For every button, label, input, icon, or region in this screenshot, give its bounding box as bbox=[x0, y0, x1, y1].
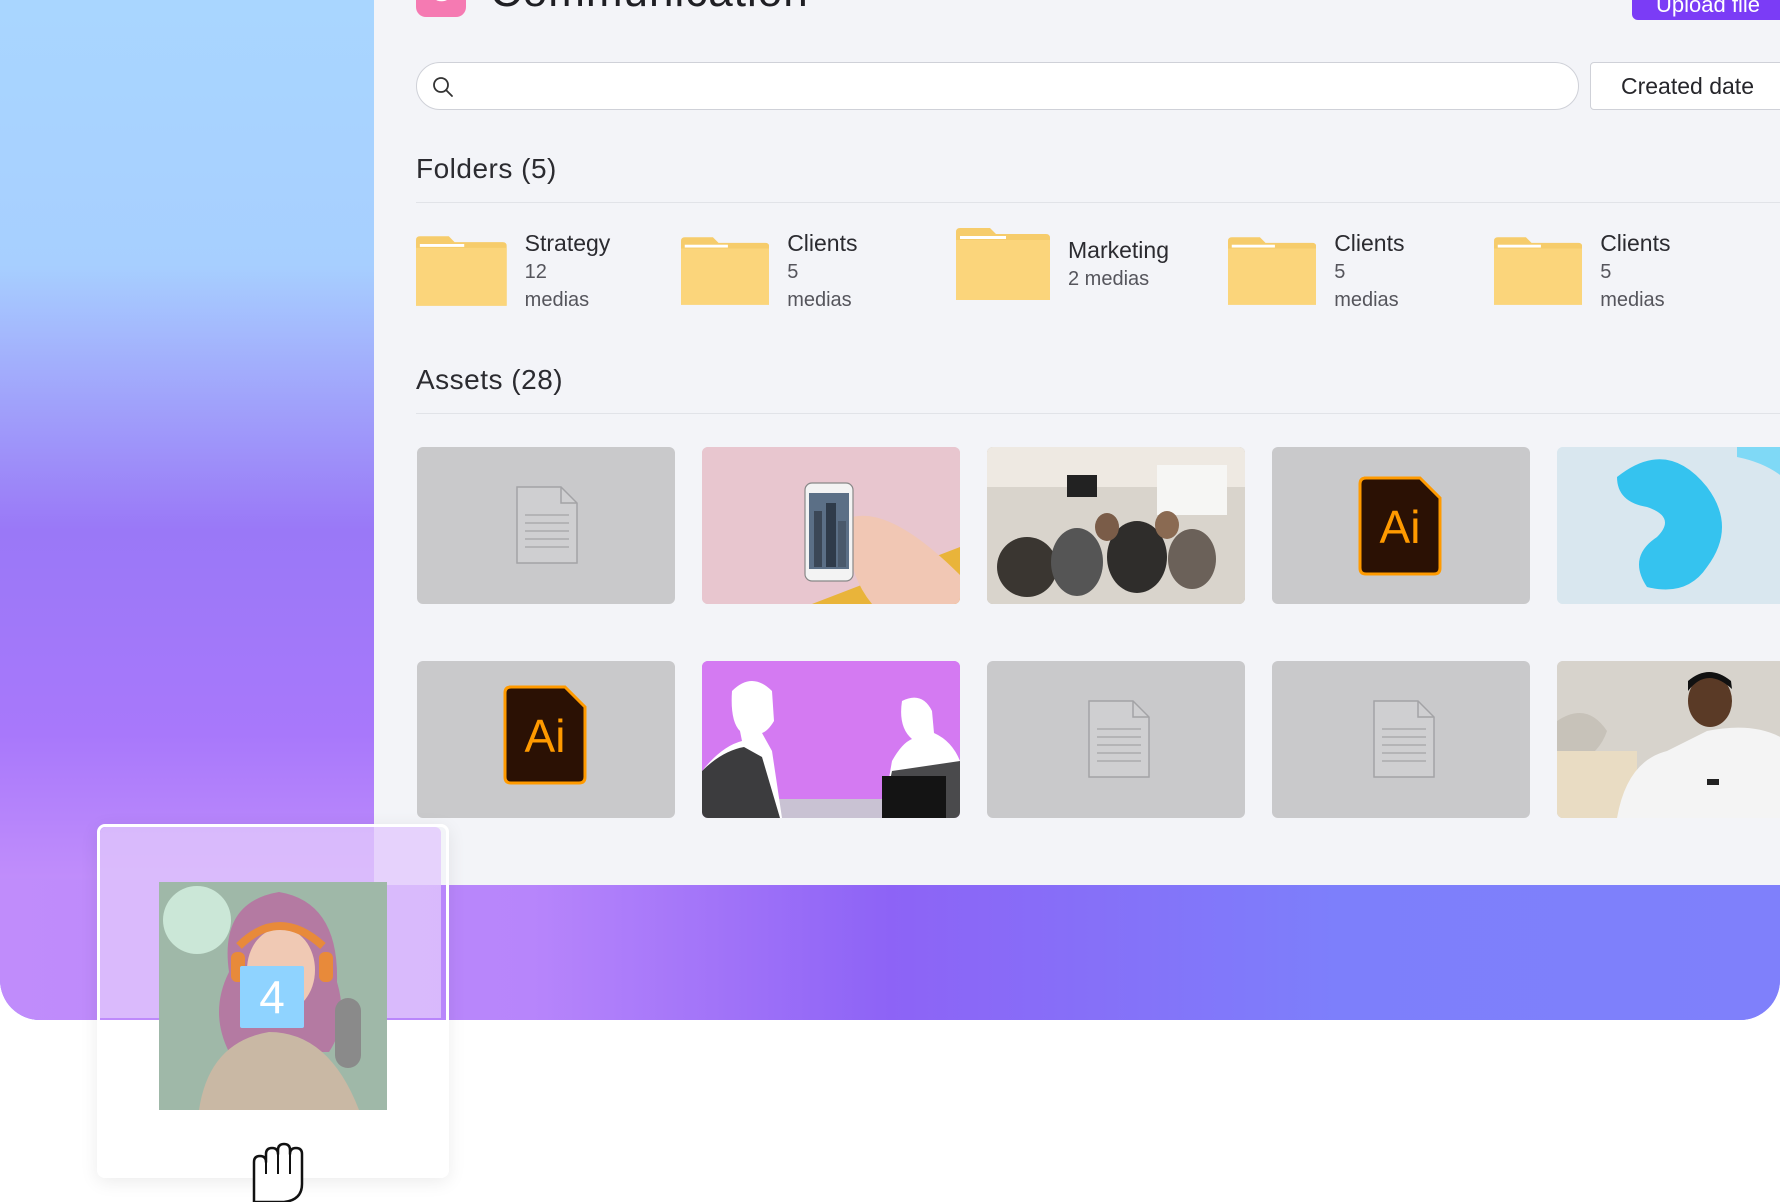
folder-count: 5 medias bbox=[787, 261, 852, 311]
asset-tile-illustrator[interactable]: Ai bbox=[417, 661, 675, 818]
folder-item[interactable]: Clients 5 medias bbox=[1494, 228, 1676, 314]
folder-icon bbox=[956, 228, 1050, 300]
folder-count: 5 medias bbox=[1600, 261, 1665, 311]
folder-item[interactable]: Marketing 2 medias bbox=[956, 228, 1169, 300]
asset-tile-document[interactable] bbox=[987, 661, 1245, 818]
meeting-photo-image bbox=[987, 447, 1245, 604]
folder-icon bbox=[1494, 237, 1583, 305]
abstract-image bbox=[1557, 447, 1780, 604]
document-icon bbox=[516, 486, 578, 564]
folders-divider bbox=[416, 202, 1780, 203]
folder-name: Clients bbox=[1334, 230, 1405, 256]
selection-count-badge: 4 bbox=[240, 966, 304, 1028]
folder-icon bbox=[416, 236, 507, 306]
asset-tile-photo-man[interactable] bbox=[1557, 661, 1780, 818]
grab-hand-cursor-icon bbox=[252, 1142, 304, 1202]
folder-count: 2 medias bbox=[1068, 268, 1150, 290]
search-input[interactable] bbox=[416, 62, 1579, 110]
space-badge: C bbox=[416, 0, 466, 17]
folder-name: Clients bbox=[787, 230, 858, 256]
folder-name: Marketing bbox=[1068, 237, 1169, 263]
folder-name: Clients bbox=[1600, 230, 1671, 256]
illustrator-file-icon: Ai bbox=[503, 685, 587, 785]
document-icon bbox=[1088, 700, 1150, 778]
sort-label: Created date bbox=[1621, 72, 1754, 99]
asset-tile-illustrator[interactable]: Ai bbox=[1272, 447, 1530, 604]
asset-tile-photo-meeting[interactable] bbox=[987, 447, 1245, 604]
phone-photo-image bbox=[702, 447, 960, 604]
search-icon bbox=[433, 77, 453, 97]
assets-divider bbox=[416, 413, 1780, 414]
page-title: Communication bbox=[490, 0, 809, 17]
folder-item[interactable]: Clients 5 medias bbox=[681, 228, 863, 314]
asset-tile-document[interactable] bbox=[1272, 661, 1530, 818]
document-icon bbox=[1373, 700, 1435, 778]
folders-heading: Folders (5) bbox=[416, 153, 557, 184]
sort-dropdown[interactable]: Created date ⌄ bbox=[1590, 62, 1780, 110]
assets-heading: Assets (28) bbox=[416, 364, 564, 395]
asset-tile-photo-phone[interactable] bbox=[702, 447, 960, 604]
folder-count: 12 medias bbox=[524, 261, 590, 311]
folder-item[interactable]: Strategy 12 medias bbox=[416, 228, 614, 314]
page-header: C Communication bbox=[416, 0, 809, 24]
ai-label: Ai bbox=[525, 710, 566, 762]
asset-tile-abstract[interactable] bbox=[1557, 447, 1780, 604]
upload-file-button[interactable]: Upload file bbox=[1632, 0, 1780, 20]
illustrator-file-icon: Ai bbox=[1358, 476, 1442, 576]
folder-icon bbox=[681, 237, 770, 305]
man-hoodie-image bbox=[1557, 661, 1780, 818]
folder-item[interactable]: Clients 5 medias bbox=[1228, 228, 1410, 314]
asset-tile-document[interactable] bbox=[417, 447, 675, 604]
asset-tile-photo-business[interactable] bbox=[702, 661, 960, 818]
ai-label: Ai bbox=[1380, 501, 1421, 553]
business-silhouettes-image bbox=[702, 661, 960, 818]
folder-icon bbox=[1228, 237, 1317, 305]
folder-count: 5 medias bbox=[1334, 261, 1399, 311]
media-library-panel: C Communication Upload file Created date… bbox=[374, 0, 1780, 885]
folder-name: Strategy bbox=[524, 230, 611, 256]
